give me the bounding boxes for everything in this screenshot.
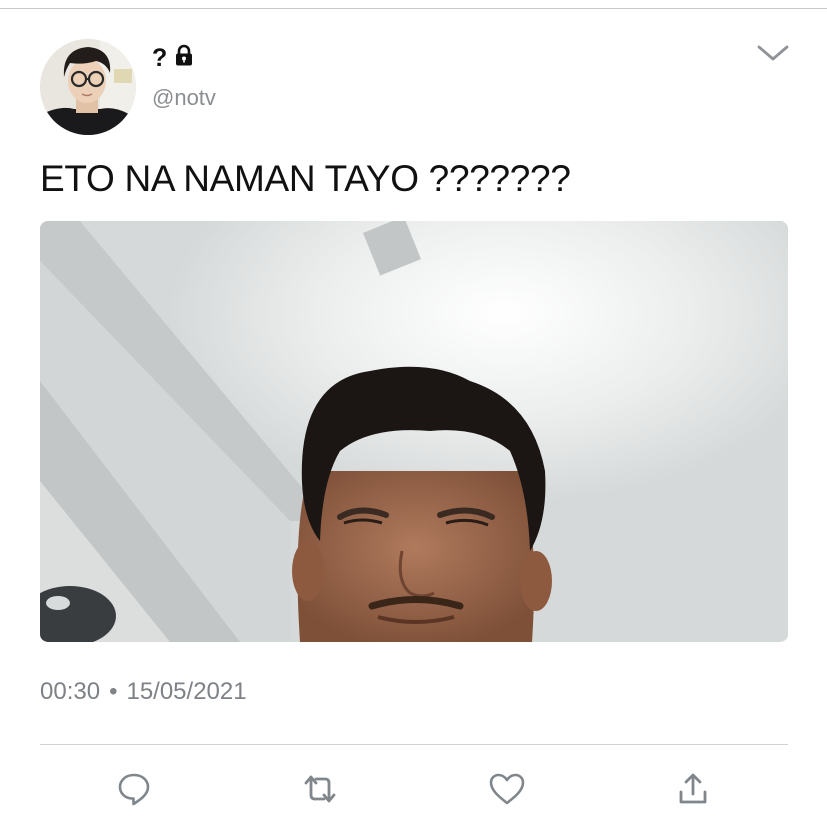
author-avatar[interactable] [40,39,136,135]
tweet-timestamp[interactable]: 00:30 • 15/05/2021 [40,678,247,706]
lock-icon [172,43,196,74]
tweet-actions [0,765,827,813]
chevron-down-icon[interactable] [756,42,790,64]
tweet-time: 00:30 [40,678,101,705]
actions-divider [40,744,788,745]
user-handle[interactable]: @notv [152,85,216,111]
timestamp-separator: • [109,678,118,705]
display-name[interactable]: ? [152,42,196,74]
tweet-photo[interactable] [40,221,788,642]
retweet-icon[interactable] [296,765,344,813]
heart-icon[interactable] [483,765,531,813]
tweet-date: 15/05/2021 [126,678,247,705]
top-divider [0,8,827,9]
reply-icon[interactable] [110,765,158,813]
share-icon[interactable] [669,765,717,813]
display-name-text: ? [152,43,168,72]
tweet-text: ETO NA NAMAN TAYO ??????? [40,158,571,199]
